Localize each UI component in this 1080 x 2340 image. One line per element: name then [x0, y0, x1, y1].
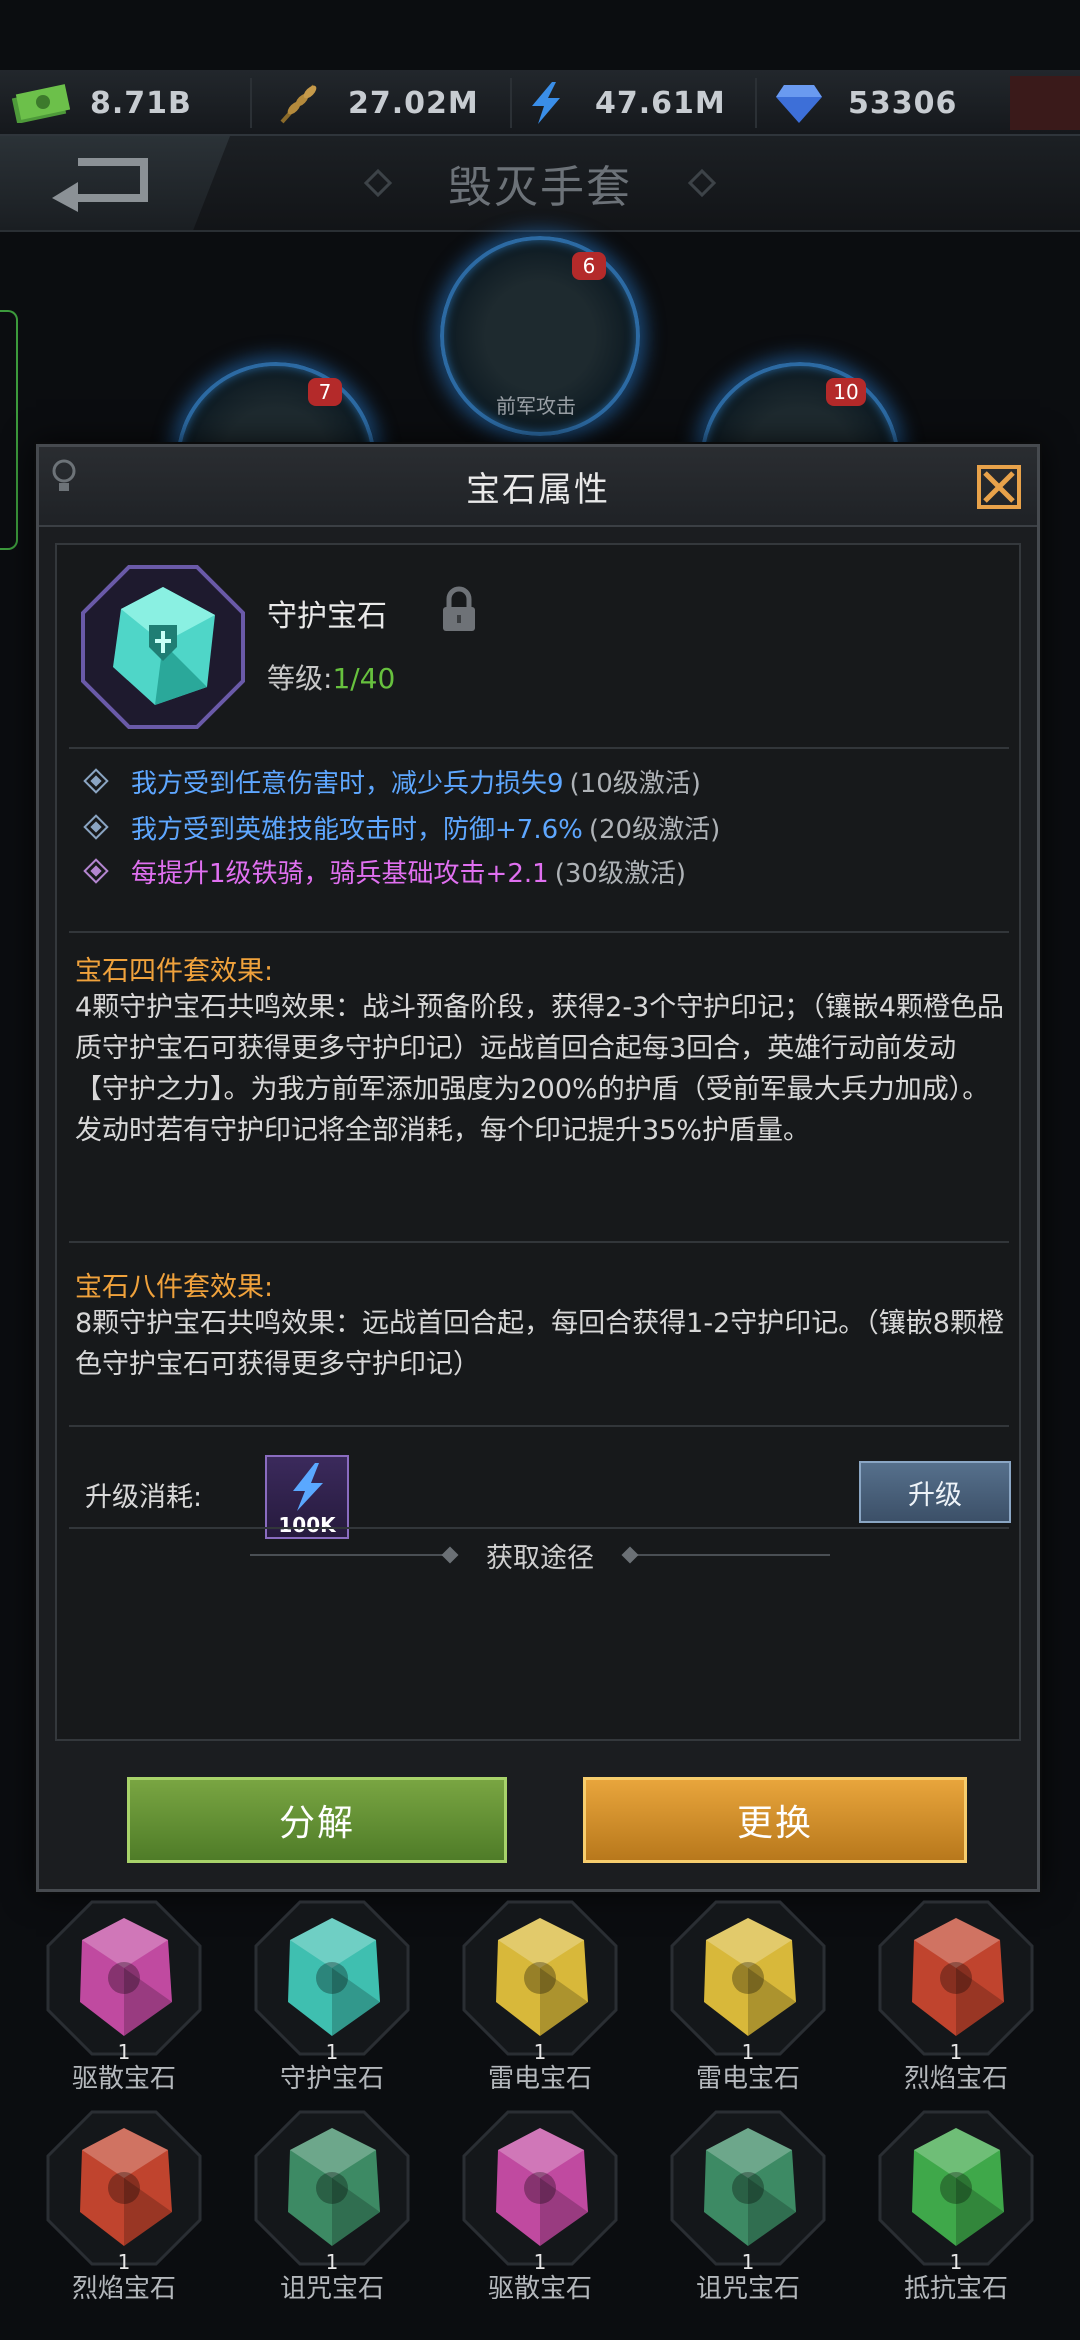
attribute-row: 每提升1级铁骑，骑兵基础攻击+2.1 (30级激活) [83, 851, 687, 891]
gem-level-value: 1/40 [332, 662, 396, 695]
attribute-note: (20级激活) [588, 814, 721, 845]
gem-inventory-item[interactable]: 1 烈焰宝石 [866, 1898, 1046, 2098]
resource-diamond[interactable]: 53306 [768, 70, 957, 136]
gem-icon [46, 1900, 202, 2056]
gem-name: 守护宝石 [267, 599, 387, 634]
gem-level-label: 等级: [267, 662, 333, 695]
guardian-gem-icon [81, 565, 245, 729]
gem-inventory-item[interactable]: 1 驱散宝石 [34, 1898, 214, 2098]
gem-name: 抵抗宝石 [903, 2274, 1008, 2304]
source-label: 获取途径 [486, 1542, 594, 1574]
gem-name: 诅咒宝石 [279, 2274, 384, 2304]
lightning-icon [293, 1463, 323, 1511]
gem-name: 烈焰宝石 [71, 2274, 176, 2304]
set8-title: 宝石八件套效果: [75, 1272, 274, 1303]
attribute-text: 每提升1级铁骑，骑兵基础攻击+2.1 [131, 858, 549, 889]
divider [69, 1241, 1009, 1243]
gem-name: 雷电宝石 [695, 2064, 800, 2094]
slot-label: 前军攻击 [496, 394, 576, 418]
lightning-icon [515, 79, 577, 127]
source-line-right [621, 1546, 830, 1564]
resource-wheat[interactable]: 27.02M [268, 70, 479, 136]
gem-inventory-item[interactable]: 1 雷电宝石 [450, 1898, 630, 2098]
set4-title: 宝石四件套效果: [75, 956, 274, 987]
attribute-text: 我方受到任意伤害时，减少兵力损失9 [131, 768, 564, 799]
attribute-note: (10级激活) [569, 768, 701, 799]
gem-level: 等级:1/40 [267, 657, 395, 697]
gem-inventory-item[interactable]: 1 抵抗宝石 [866, 2108, 1046, 2308]
gem-name: 诅咒宝石 [695, 2274, 800, 2304]
bullet-icon [83, 814, 109, 840]
gem-attribute-dialog: 宝石属性 守护宝石 等级:1/40 我方受到任意伤害时，减少兵力损失9 (10级… [36, 444, 1040, 1892]
attribute-row: 我方受到英雄技能攻击时，防御+7.6% (20级激活) [83, 807, 721, 847]
wheat-value: 27.02M [348, 85, 479, 121]
gem-name: 雷电宝石 [487, 2064, 592, 2094]
gem-icon [254, 1900, 410, 2056]
gem-icon [878, 1900, 1034, 2056]
bullet-icon [83, 768, 109, 794]
power-value: 47.61M [595, 85, 726, 121]
source-row: 获取途径 [57, 1533, 1023, 1577]
extra-resource-slot[interactable] [1010, 76, 1080, 130]
diamond-value: 53306 [848, 85, 958, 121]
gem-inventory-item[interactable]: 1 驱散宝石 [450, 2108, 630, 2308]
gem-name: 驱散宝石 [71, 2064, 176, 2094]
gem-icon [254, 2110, 410, 2266]
divider [69, 1425, 1009, 1427]
source-line-left [250, 1546, 459, 1564]
page-title-row: 毁灭手套 [0, 136, 1080, 230]
set8-description: 8颗守护宝石共鸣效果：远战首回合起，每回合获得1-2守护印记。（镶嵌8颗橙色守护… [75, 1308, 1004, 1380]
cash-value: 8.71B [90, 85, 192, 121]
slot-badge: 10 [826, 378, 866, 406]
diamond-icon [768, 79, 830, 127]
gem-inventory-item[interactable]: 1 诅咒宝石 [658, 2108, 838, 2308]
slot-badge: 7 [308, 378, 342, 406]
gem-inventory-item[interactable]: 1 烈焰宝石 [34, 2108, 214, 2308]
side-tab[interactable] [0, 310, 18, 550]
replace-button[interactable]: 更换 [583, 1777, 967, 1863]
wheat-icon [268, 79, 330, 127]
gem-name: 驱散宝石 [487, 2274, 592, 2304]
gem-slot-top[interactable]: 6 前军攻击 [440, 236, 640, 436]
decompose-button[interactable]: 分解 [127, 1777, 507, 1863]
divider [69, 1527, 1009, 1529]
gem-name: 守护宝石 [279, 2064, 384, 2094]
upgrade-cost-label: 升级消耗: [85, 1482, 203, 1513]
divider [69, 747, 1009, 749]
gem-icon [462, 2110, 618, 2266]
title-deco-left [363, 168, 393, 198]
page-title: 毁灭手套 [448, 162, 632, 213]
gem-icon [46, 2110, 202, 2266]
close-button[interactable] [973, 461, 1025, 513]
divider [69, 931, 1009, 933]
gem-icon [878, 2110, 1034, 2266]
gem-inventory-item[interactable]: 1 守护宝石 [242, 1898, 422, 2098]
gem-detail-panel: 守护宝石 等级:1/40 我方受到任意伤害时，减少兵力损失9 (10级激活) 我… [55, 543, 1021, 1741]
resource-bar: 8.71B 27.02M 47.61M 53306 [0, 70, 1080, 136]
gem-name: 烈焰宝石 [903, 2064, 1008, 2094]
attribute-text: 我方受到英雄技能攻击时，防御+7.6% [131, 814, 583, 845]
lock-icon[interactable] [437, 585, 481, 633]
gem-icon [462, 1900, 618, 2056]
gem-inventory-item[interactable]: 1 雷电宝石 [658, 1898, 838, 2098]
bullet-icon [83, 858, 109, 884]
resource-cash[interactable]: 8.71B [10, 70, 192, 136]
attribute-note: (30级激活) [554, 858, 687, 889]
upgrade-button[interactable]: 升级 [859, 1461, 1011, 1523]
set4-description: 4颗守护宝石共鸣效果：战斗预备阶段，获得2-3个守护印记；（镶嵌4颗橙色品质守护… [75, 992, 1004, 1146]
title-deco-right [687, 168, 717, 198]
dialog-header: 宝石属性 [39, 447, 1037, 527]
gem-inventory-item[interactable]: 1 诅咒宝石 [242, 2108, 422, 2308]
dialog-title: 宝石属性 [466, 469, 610, 510]
close-icon [977, 465, 1021, 509]
slot-badge: 6 [572, 252, 606, 280]
resource-power[interactable]: 47.61M [515, 70, 726, 136]
gem-icon [670, 1900, 826, 2056]
cash-icon [10, 79, 72, 127]
page-header: 毁灭手套 [0, 136, 1080, 232]
hint-bulb-icon[interactable] [47, 457, 81, 497]
gem-icon [670, 2110, 826, 2266]
attribute-row: 我方受到任意伤害时，减少兵力损失9 (10级激活) [83, 761, 701, 801]
